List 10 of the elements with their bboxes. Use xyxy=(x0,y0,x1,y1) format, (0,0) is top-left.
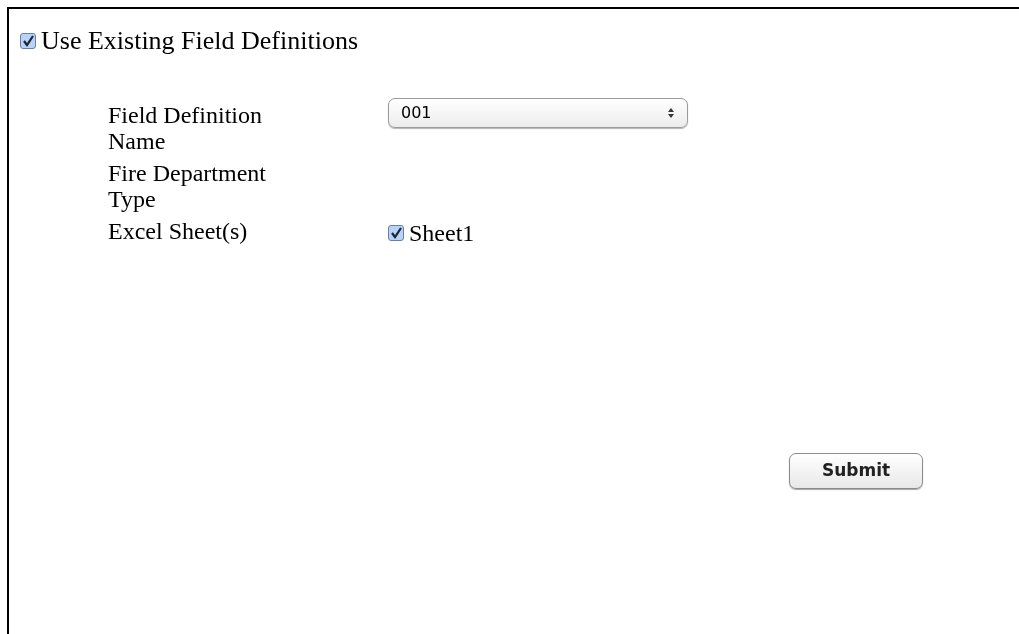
checkbox[interactable] xyxy=(20,33,36,49)
updown-icon xyxy=(667,107,675,119)
field-label: Fire Department Type xyxy=(108,160,267,212)
field-label: Excel Sheet(s) xyxy=(108,218,249,246)
checkbox[interactable] xyxy=(388,225,404,241)
select-field[interactable]: 001 xyxy=(388,98,688,128)
field-label: Field Definition Name xyxy=(108,102,263,154)
option-label: Sheet1 xyxy=(409,220,475,246)
submit-button[interactable]: Submit xyxy=(789,453,923,489)
option-label: Use Existing Field Definitions xyxy=(41,27,359,55)
